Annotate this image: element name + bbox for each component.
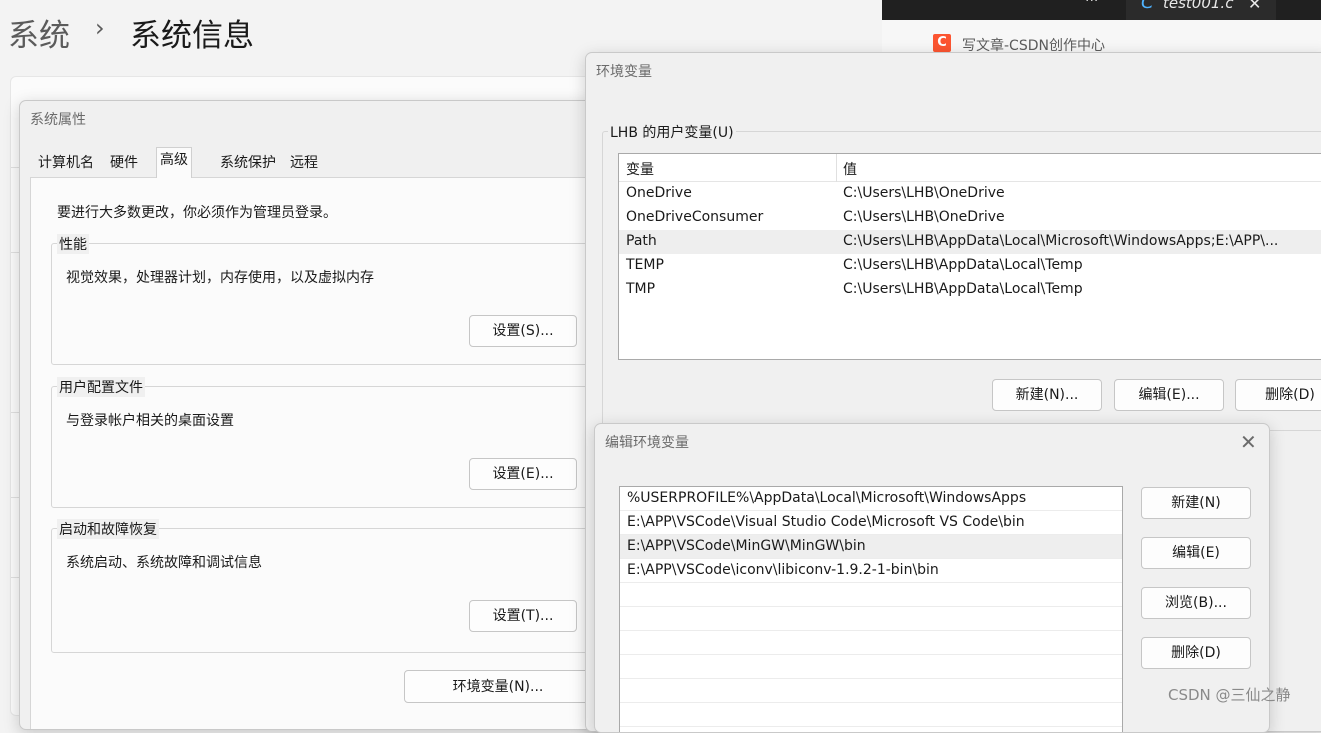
list-item-empty[interactable] bbox=[620, 631, 1122, 655]
variable-name: Path bbox=[626, 233, 657, 249]
column-header-variable[interactable]: 变量 bbox=[626, 159, 654, 179]
environment-variables-button[interactable]: 环境变量(N)... bbox=[404, 670, 592, 703]
list-header: 变量 值 bbox=[619, 154, 1321, 182]
table-row[interactable]: OneDrive C:\Users\LHB\OneDrive bbox=[619, 182, 1321, 206]
variable-name: TMP bbox=[626, 281, 656, 297]
list-item[interactable]: E:\APP\VSCode\iconv\libiconv-1.9.2-1-bin… bbox=[620, 559, 1122, 583]
variable-value: C:\Users\LHB\AppData\Local\Temp bbox=[843, 257, 1083, 273]
path-new-button[interactable]: 新建(N) bbox=[1141, 487, 1251, 519]
user-new-button[interactable]: 新建(N)... bbox=[992, 379, 1102, 411]
dialog-title: 环境变量 bbox=[596, 64, 652, 80]
path-edit-button[interactable]: 编辑(E) bbox=[1141, 537, 1251, 569]
column-divider[interactable] bbox=[836, 154, 837, 182]
close-icon[interactable]: ✕ bbox=[1240, 430, 1257, 454]
startup-recovery-group bbox=[51, 528, 618, 653]
user-edit-button[interactable]: 编辑(E)... bbox=[1114, 379, 1224, 411]
path-browse-button[interactable]: 浏览(B)... bbox=[1141, 587, 1251, 619]
performance-desc: 视觉效果，处理器计划，内存使用，以及虚拟内存 bbox=[66, 270, 374, 286]
variable-value: C:\Users\LHB\OneDrive bbox=[843, 185, 1005, 201]
path-entry: E:\APP\VSCode\Visual Studio Code\Microso… bbox=[627, 514, 1025, 530]
variable-name: OneDrive bbox=[626, 185, 692, 201]
tab-remote[interactable]: 远程 bbox=[287, 151, 321, 177]
performance-label: 性能 bbox=[57, 234, 89, 254]
list-item-empty[interactable] bbox=[620, 607, 1122, 631]
table-row-selected[interactable]: Path C:\Users\LHB\AppData\Local\Microsof… bbox=[619, 230, 1321, 254]
csdn-logo-icon: C bbox=[933, 34, 951, 52]
table-row[interactable]: TEMP C:\Users\LHB\AppData\Local\Temp bbox=[619, 254, 1321, 278]
user-profiles-settings-button[interactable]: 设置(E)... bbox=[469, 458, 577, 490]
variable-name: TEMP bbox=[626, 257, 664, 273]
tab-system-protection[interactable]: 系统保护 bbox=[217, 151, 279, 177]
performance-settings-button[interactable]: 设置(S)... bbox=[469, 315, 577, 347]
startup-recovery-label: 启动和故障恢复 bbox=[57, 519, 159, 539]
user-profiles-desc: 与登录帐户相关的桌面设置 bbox=[66, 413, 234, 429]
user-delete-button[interactable]: 删除(D) bbox=[1235, 379, 1321, 411]
variable-value: C:\Users\LHB\AppData\Local\Microsoft\Win… bbox=[843, 233, 1279, 249]
path-delete-button[interactable]: 删除(D) bbox=[1141, 637, 1251, 669]
list-item-empty[interactable] bbox=[620, 679, 1122, 703]
user-variables-list[interactable]: 变量 值 OneDrive C:\Users\LHB\OneDrive OneD… bbox=[618, 153, 1321, 360]
variable-value: C:\Users\LHB\AppData\Local\Temp bbox=[843, 281, 1083, 297]
variable-name: OneDriveConsumer bbox=[626, 209, 764, 225]
list-item[interactable]: E:\APP\VSCode\Visual Studio Code\Microso… bbox=[620, 511, 1122, 535]
path-entry: E:\APP\VSCode\MinGW\MinGW\bin bbox=[627, 538, 866, 554]
close-icon[interactable]: ✕ bbox=[1248, 0, 1261, 13]
list-item-selected[interactable]: E:\APP\VSCode\MinGW\MinGW\bin bbox=[620, 535, 1122, 559]
dialog-title: 系统属性 bbox=[30, 112, 86, 128]
list-item-empty[interactable] bbox=[620, 703, 1122, 727]
startup-recovery-settings-button[interactable]: 设置(T)... bbox=[469, 600, 577, 632]
chevron-right-icon: › bbox=[95, 14, 105, 42]
more-icon[interactable]: ··· bbox=[1085, 0, 1098, 9]
startup-recovery-desc: 系统启动、系统故障和调试信息 bbox=[66, 555, 262, 571]
editor-tab-label[interactable]: test001.c bbox=[1163, 0, 1233, 12]
table-row[interactable]: TMP C:\Users\LHB\AppData\Local\Temp bbox=[619, 278, 1321, 302]
tab-hardware[interactable]: 硬件 bbox=[107, 151, 141, 177]
c-file-icon: C bbox=[1141, 0, 1154, 13]
admin-note: 要进行大多数更改，你必须作为管理员登录。 bbox=[57, 205, 337, 221]
list-item[interactable]: %USERPROFILE%\AppData\Local\Microsoft\Wi… bbox=[620, 487, 1122, 511]
table-row[interactable]: OneDriveConsumer C:\Users\LHB\OneDrive bbox=[619, 206, 1321, 230]
user-profiles-label: 用户配置文件 bbox=[57, 377, 145, 397]
path-entry: E:\APP\VSCode\iconv\libiconv-1.9.2-1-bin… bbox=[627, 562, 939, 578]
variable-value: C:\Users\LHB\OneDrive bbox=[843, 209, 1005, 225]
list-item-empty[interactable] bbox=[620, 583, 1122, 607]
list-item-empty[interactable] bbox=[620, 655, 1122, 679]
user-variables-label: LHB 的用户变量(U) bbox=[608, 122, 736, 142]
watermark: CSDN @三仙之静 bbox=[1168, 686, 1291, 704]
tab-advanced[interactable]: 高级 bbox=[156, 147, 192, 178]
breadcrumb-system[interactable]: 系统 bbox=[8, 10, 70, 55]
path-entry: %USERPROFILE%\AppData\Local\Microsoft\Wi… bbox=[627, 490, 1027, 506]
page-title: 系统信息 bbox=[130, 18, 254, 54]
dialog-title: 编辑环境变量 bbox=[605, 435, 689, 451]
path-list[interactable]: %USERPROFILE%\AppData\Local\Microsoft\Wi… bbox=[619, 486, 1123, 732]
tab-computer-name[interactable]: 计算机名 bbox=[35, 151, 97, 177]
column-header-value[interactable]: 值 bbox=[843, 159, 857, 179]
system-properties-dialog: 系统属性 计算机名 硬件 系统保护 远程 要进行大多数更改，你必须作为管理员登录… bbox=[19, 100, 619, 730]
tab-panel-advanced: 要进行大多数更改，你必须作为管理员登录。 性能 视觉效果，处理器计划，内存使用，… bbox=[30, 177, 618, 729]
